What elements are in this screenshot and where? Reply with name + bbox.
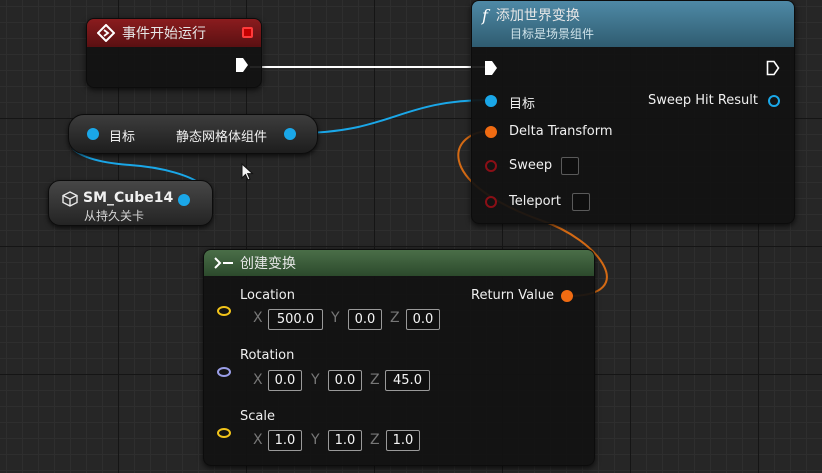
rotation-y-axis-label: Y xyxy=(311,372,320,388)
event-begin-play-node[interactable]: 事件开始运行 xyxy=(86,18,262,88)
sweep-hit-result-label: Sweep Hit Result xyxy=(647,93,758,108)
location-y-field[interactable]: 0.0 xyxy=(348,309,382,330)
event-node-header: 事件开始运行 xyxy=(87,19,261,47)
teleport-input-pin[interactable] xyxy=(485,196,497,208)
target-input-label: 目标 xyxy=(509,97,536,112)
cube-output-pin[interactable] xyxy=(178,194,190,206)
location-x-field[interactable]: 500.0 xyxy=(268,309,323,330)
rotation-x-field[interactable]: 0.0 xyxy=(268,370,302,391)
location-z-field[interactable]: 0.0 xyxy=(406,309,440,330)
getter-target-label: 目标 xyxy=(109,130,136,145)
rotation-z-axis-label: Z xyxy=(370,372,380,388)
delegate-pin-icon[interactable] xyxy=(242,27,253,38)
rotation-y-field[interactable]: 0.0 xyxy=(328,370,362,391)
location-x-axis-label: X xyxy=(253,310,263,326)
function-node-title: 添加世界变换 xyxy=(495,8,580,24)
make-transform-title: 创建变换 xyxy=(240,256,296,272)
cube-node-subtitle: 从持久关卡 xyxy=(84,209,145,223)
rotation-x-axis-label: X xyxy=(253,372,263,388)
sweep-hit-result-pin[interactable] xyxy=(768,95,780,107)
add-world-transform-node[interactable]: f 添加世界变换 目标是场景组件 目标 Sweep Hit Result Del… xyxy=(471,0,795,224)
function-node-subtitle: 目标是场景组件 xyxy=(510,27,595,41)
scale-z-field[interactable]: 1.0 xyxy=(386,430,420,451)
event-node-title: 事件开始运行 xyxy=(122,26,206,42)
return-value-label: Return Value xyxy=(471,288,554,303)
delta-transform-label: Delta Transform xyxy=(509,124,613,139)
rotation-pin[interactable] xyxy=(217,367,231,377)
scale-y-axis-label: Y xyxy=(311,432,320,448)
target-object-wire xyxy=(297,99,490,134)
location-label: Location xyxy=(240,288,295,303)
scale-z-axis-label: Z xyxy=(370,432,380,448)
pure-function-icon xyxy=(214,257,233,269)
target-input-pin[interactable] xyxy=(485,95,497,107)
scale-label: Scale xyxy=(240,409,275,424)
mouse-cursor-icon xyxy=(241,163,254,181)
scale-pin[interactable] xyxy=(217,428,231,438)
scale-y-field[interactable]: 1.0 xyxy=(328,430,362,451)
function-f-icon: f xyxy=(482,5,488,25)
static-mesh-component-getter-node[interactable]: 目标 静态网格体组件 xyxy=(68,114,318,154)
location-pin[interactable] xyxy=(217,306,231,316)
scale-x-field[interactable]: 1.0 xyxy=(268,430,302,451)
return-value-pin[interactable] xyxy=(561,290,573,302)
teleport-checkbox[interactable] xyxy=(572,193,590,211)
rotation-label: Rotation xyxy=(240,348,295,363)
location-y-axis-label: Y xyxy=(331,310,340,326)
function-node-header: f 添加世界变换 目标是场景组件 xyxy=(472,1,794,47)
scale-x-axis-label: X xyxy=(253,432,263,448)
exec-out-pin-icon[interactable] xyxy=(766,60,780,76)
sm-cube-reference-node[interactable]: SM_Cube14 从持久关卡 xyxy=(48,180,213,226)
exec-in-pin-icon[interactable] xyxy=(484,60,498,76)
sweep-checkbox[interactable] xyxy=(561,157,579,175)
sweep-input-label: Sweep xyxy=(509,158,553,173)
delta-transform-pin[interactable] xyxy=(485,126,497,138)
cube-icon xyxy=(62,191,78,207)
exec-out-pin-icon[interactable] xyxy=(235,57,249,73)
rotation-z-field[interactable]: 45.0 xyxy=(385,370,430,391)
getter-output-label: 静态网格体组件 xyxy=(176,130,268,145)
location-z-axis-label: Z xyxy=(390,310,400,326)
sweep-input-pin[interactable] xyxy=(485,160,497,172)
make-transform-header: 创建变换 xyxy=(204,250,594,276)
cube-node-title: SM_Cube14 xyxy=(83,190,174,206)
getter-output-pin[interactable] xyxy=(284,128,296,140)
event-diamond-icon xyxy=(97,24,115,42)
make-transform-node[interactable]: 创建变换 Return Value Location X 500.0 Y 0.0… xyxy=(203,249,595,466)
teleport-input-label: Teleport xyxy=(509,194,561,209)
getter-target-pin[interactable] xyxy=(87,128,99,140)
